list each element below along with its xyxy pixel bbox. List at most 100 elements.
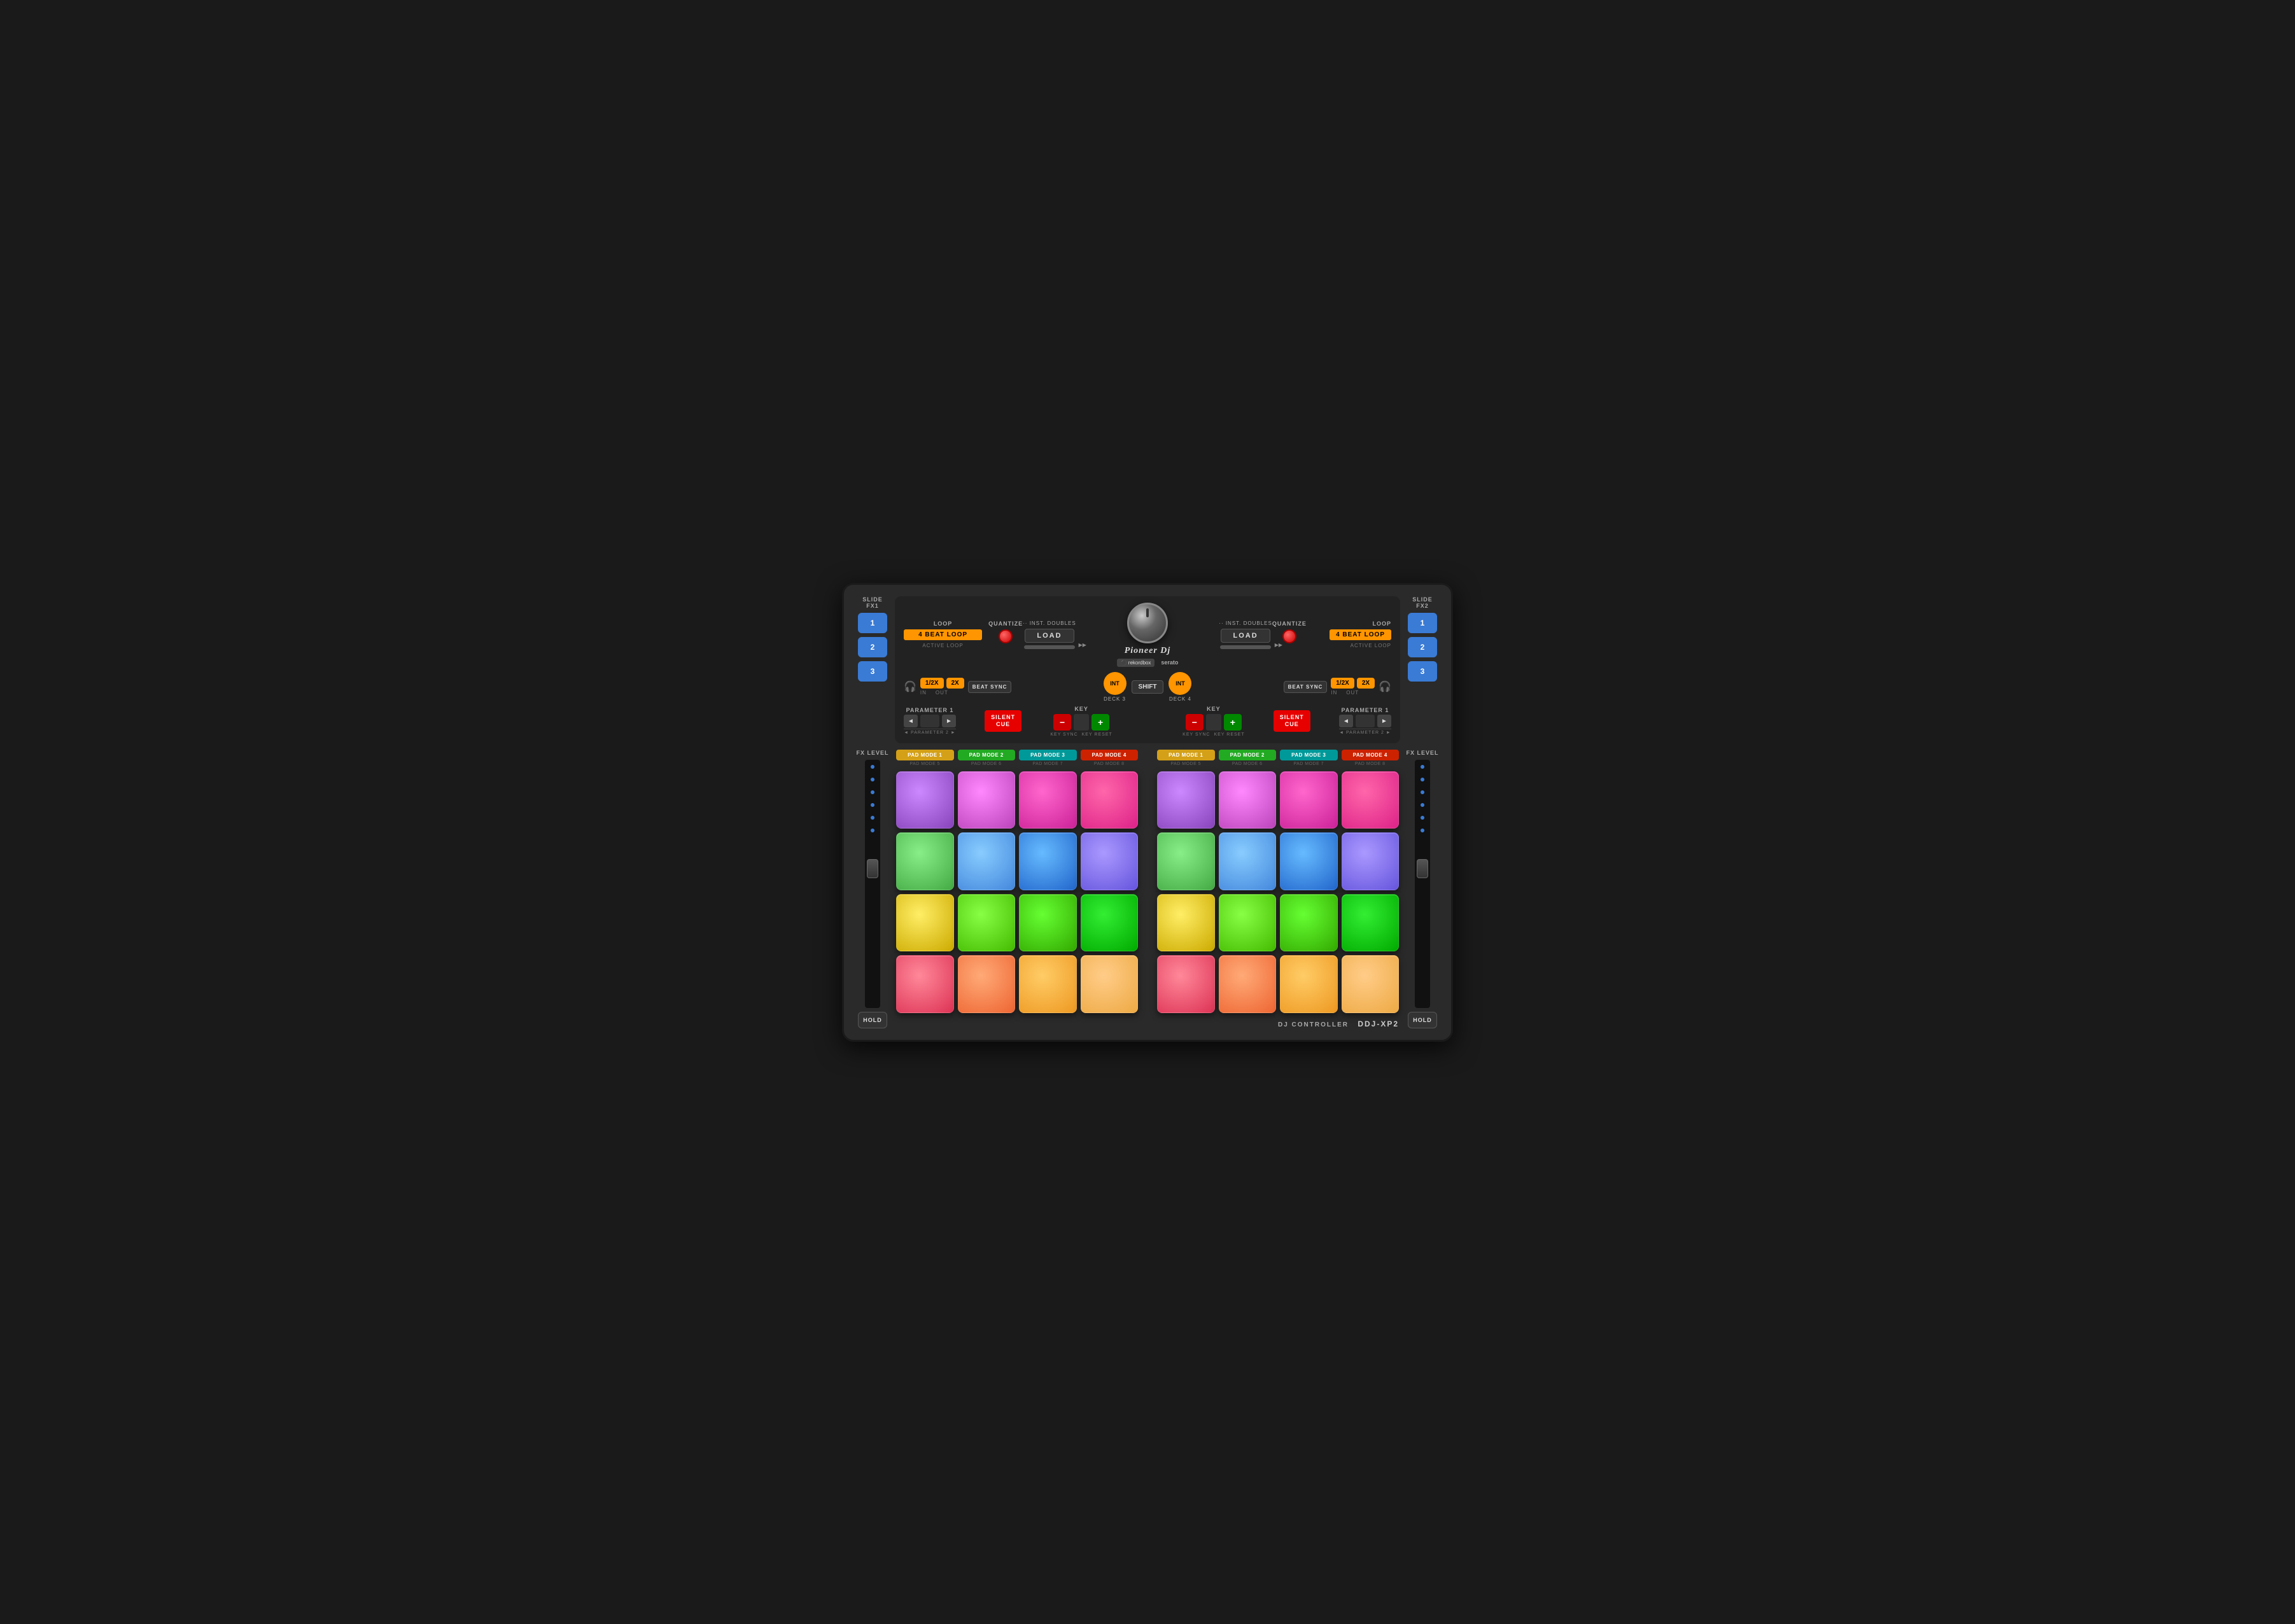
fx-fader-left[interactable] (865, 760, 880, 1008)
left-half-x-btn[interactable]: 1/2X (920, 678, 944, 689)
left-pad-1-4[interactable] (1081, 771, 1139, 829)
right-headphones-icon[interactable]: 🎧 (1379, 680, 1391, 693)
left-param-right-btn[interactable]: ► (942, 715, 956, 727)
right-pad-4-1[interactable] (1157, 955, 1215, 1013)
left-pad-3-1[interactable] (896, 894, 954, 952)
hold-right-btn[interactable]: HOLD (1408, 1012, 1437, 1028)
right-halfx-2x: 1/2X 2X IN OUT (1331, 678, 1375, 696)
right-pm2-label: PAD MODE 2 (1219, 750, 1277, 760)
left-pad-1-1[interactable] (896, 771, 954, 829)
fader-dot (1421, 803, 1424, 807)
slide-fx2-btn3[interactable]: 3 (1408, 661, 1437, 682)
right-pad-1-4[interactable] (1342, 771, 1400, 829)
right-pad-mode-2[interactable]: PAD MODE 2 PAD MODE 6 (1219, 750, 1277, 766)
right-pad-mode-1[interactable]: PAD MODE 1 PAD MODE 5 (1157, 750, 1215, 766)
left-slider[interactable] (1024, 645, 1075, 649)
brand: Pioneer Dj ⚫ rekordbox serato (1117, 646, 1179, 667)
right-pad-2-3[interactable] (1280, 832, 1338, 890)
right-pad-1-1[interactable] (1157, 771, 1215, 829)
right-slider[interactable] (1220, 645, 1271, 649)
right-pad-4-4[interactable] (1342, 955, 1400, 1013)
left-pad-4-3[interactable] (1019, 955, 1077, 1013)
main-knob[interactable] (1127, 603, 1168, 643)
right-pad-1-2[interactable] (1219, 771, 1277, 829)
left-load-btn[interactable]: LOAD (1025, 629, 1074, 643)
right-pad-4-3[interactable] (1280, 955, 1338, 1013)
fader-handle[interactable] (867, 859, 878, 878)
left-pad-3-2[interactable] (958, 894, 1016, 952)
hold-left-btn[interactable]: HOLD (858, 1012, 887, 1028)
right-pad-3-1[interactable] (1157, 894, 1215, 952)
left-load-section: ·· INST. DOUBLES LOAD (1023, 620, 1076, 649)
right-pad-1-3[interactable] (1280, 771, 1338, 829)
right-pad-2-4[interactable] (1342, 832, 1400, 890)
brand-name: Pioneer Dj (1125, 646, 1171, 656)
left-tempo: 🎧 1/2X 2X IN OUT BEAT SYNC (904, 678, 1011, 696)
right-pad-2-2[interactable] (1219, 832, 1277, 890)
right-pad-mode-4[interactable]: PAD MODE 4 PAD MODE 8 (1342, 750, 1400, 766)
left-key-minus-btn[interactable]: − (1053, 714, 1071, 731)
left-pad-1-3[interactable] (1019, 771, 1077, 829)
left-pad-2-4[interactable] (1081, 832, 1139, 890)
right-pad-3-2[interactable] (1219, 894, 1277, 952)
left-pad-mode-2[interactable]: PAD MODE 2 PAD MODE 6 (958, 750, 1016, 766)
right-param-right-btn[interactable]: ► (1377, 715, 1391, 727)
left-int-btn[interactable]: INT (1104, 672, 1126, 695)
fx-fader-right[interactable] (1415, 760, 1430, 1008)
right-param-left-btn[interactable]: ◄ (1339, 715, 1353, 727)
left-silent-cue-btn[interactable]: SILENTCUE (985, 710, 1021, 732)
slide-fx1-btn1[interactable]: 1 (858, 613, 887, 633)
left-beat-sync-btn[interactable]: BEAT SYNC (968, 681, 1012, 693)
left-pad-4-1[interactable] (896, 955, 954, 1013)
slide-fx-left: SLIDE FX1 1 2 3 (855, 596, 890, 743)
left-pm2-label: PAD MODE 2 (958, 750, 1016, 760)
left-loop-value[interactable]: 4 BEAT LOOP (904, 629, 982, 640)
left-2x-btn[interactable]: 2X (946, 678, 964, 689)
left-pad-4-2[interactable] (958, 955, 1016, 1013)
slide-fx2-btn2[interactable]: 2 (1408, 637, 1437, 657)
controller-subtitle: DJ CONTROLLER (1278, 1021, 1349, 1028)
right-pad-2-1[interactable] (1157, 832, 1215, 890)
left-param-left-btn[interactable]: ◄ (904, 715, 918, 727)
shift-btn[interactable]: SHIFT (1132, 680, 1164, 694)
right-beat-sync-btn[interactable]: BEAT SYNC (1284, 681, 1328, 693)
right-silent-cue-btn[interactable]: SILENTCUE (1274, 710, 1310, 732)
left-pad-4-4[interactable] (1081, 955, 1139, 1013)
right-half-x-btn[interactable]: 1/2X (1331, 678, 1354, 689)
right-pad-4-2[interactable] (1219, 955, 1277, 1013)
left-pad-3-3[interactable] (1019, 894, 1077, 952)
slide-fx1-btn3[interactable]: 3 (858, 661, 887, 682)
left-pad-2-2[interactable] (958, 832, 1016, 890)
left-quantize-btn[interactable] (999, 629, 1013, 643)
right-pad-3-3[interactable] (1280, 894, 1338, 952)
left-pm2-sub: PAD MODE 6 (971, 762, 1002, 766)
slide-fx2-btn1[interactable]: 1 (1408, 613, 1437, 633)
right-key-plus-btn[interactable]: + (1224, 714, 1242, 731)
left-headphones-icon[interactable]: 🎧 (904, 680, 916, 693)
right-quantize-btn[interactable] (1282, 629, 1296, 643)
left-pad-mode-3[interactable]: PAD MODE 3 PAD MODE 7 (1019, 750, 1077, 766)
right-key-minus-btn[interactable]: − (1186, 714, 1204, 731)
right-load-btn[interactable]: LOAD (1221, 629, 1270, 643)
fader-handle-right[interactable] (1417, 859, 1428, 878)
left-pad-2-1[interactable] (896, 832, 954, 890)
left-pad-3-4[interactable] (1081, 894, 1139, 952)
right-key-sync-label: KEY SYNC (1183, 732, 1210, 737)
left-pad-1-2[interactable] (958, 771, 1016, 829)
left-pad-mode-4[interactable]: PAD MODE 4 PAD MODE 8 (1081, 750, 1139, 766)
left-pad-mode-1[interactable]: PAD MODE 1 PAD MODE 5 (896, 750, 954, 766)
right-2x-btn[interactable]: 2X (1357, 678, 1375, 689)
fx-level-left-label: FX LEVEL (856, 750, 888, 756)
slide-fx1-btn2[interactable]: 2 (858, 637, 887, 657)
controls-row3: PARAMETER 1 ◄ ► ◄ PARAMETER 2 ► SILENTCU… (904, 706, 1391, 737)
left-key-sync-label: KEY SYNC (1050, 732, 1077, 737)
fx-level-right: FX LEVEL HOLD (1405, 750, 1440, 1028)
right-pad-3-4[interactable] (1342, 894, 1400, 952)
center-section: Pioneer Dj ⚫ rekordbox serato (1076, 603, 1219, 667)
right-pad-mode-3[interactable]: PAD MODE 3 PAD MODE 7 (1280, 750, 1338, 766)
right-int-btn[interactable]: INT (1169, 672, 1191, 695)
left-param-section: PARAMETER 1 ◄ ► ◄ PARAMETER 2 ► (904, 707, 956, 735)
right-loop-value[interactable]: 4 BEAT LOOP (1330, 629, 1391, 640)
left-key-plus-btn[interactable]: + (1091, 714, 1109, 731)
left-pad-2-3[interactable] (1019, 832, 1077, 890)
